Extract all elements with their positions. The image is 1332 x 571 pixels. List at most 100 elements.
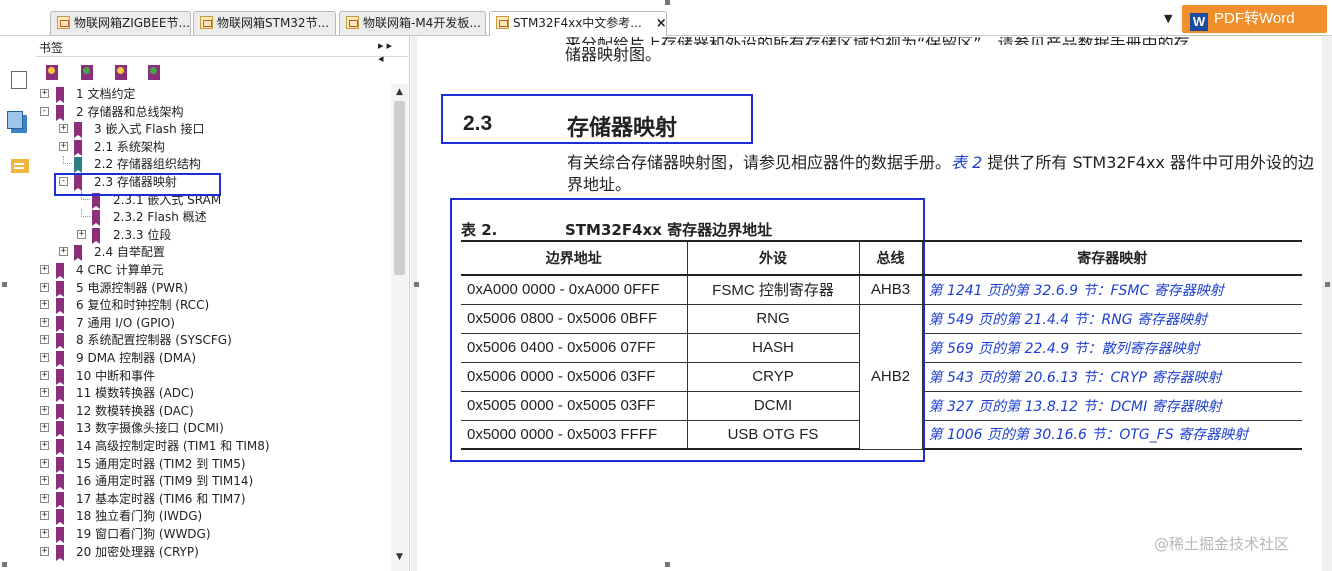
resize-handle[interactable]: [414, 282, 419, 287]
table-row: 0xA000 0000 - 0xA000 0FFF FSMC 控制寄存器 AHB3 第…: [461, 274, 1302, 305]
register-map-link[interactable]: 第 1241 页的第 32.6.9 节：FSMC 寄存器映射: [921, 274, 1302, 305]
bookmark-label: 7 通用 I/O (GPIO): [76, 315, 175, 330]
bookmark-item[interactable]: 2.3.2 Flash 概述: [36, 209, 386, 227]
scroll-down-icon[interactable]: ▼: [391, 549, 408, 565]
scrollbar-thumb[interactable]: [394, 101, 405, 275]
bookmark-item[interactable]: +12 数模转换器 (DAC): [36, 403, 386, 420]
resize-handle[interactable]: [665, 0, 670, 5]
expand-icon[interactable]: +: [40, 300, 49, 310]
collapse-panel-icon[interactable]: ▸▸ ◂: [378, 39, 410, 65]
tab-list-dropdown-icon[interactable]: ▼: [1164, 12, 1172, 25]
expand-icon[interactable]: +: [40, 546, 49, 556]
expand-icon[interactable]: +: [59, 247, 68, 257]
section-title: 存储器映射: [567, 116, 678, 141]
tab-m4-board[interactable]: 物联网箱-M4开发板...: [339, 11, 486, 35]
tab-stm32-node[interactable]: 物联网箱STM32节...: [193, 11, 336, 35]
bookmark-item[interactable]: +13 数字摄像头接口 (DCMI): [36, 420, 386, 438]
expand-icon[interactable]: +: [40, 476, 49, 486]
collapse-icon[interactable]: -: [59, 177, 68, 186]
bookmark-item[interactable]: +2.4 自举配置: [36, 244, 386, 262]
bookmark-item[interactable]: +17 基本定时器 (TIM6 和 TIM7): [36, 491, 386, 508]
bookmark-item[interactable]: - 2 存储器和总线架构: [36, 104, 386, 121]
bookmark-item[interactable]: +18 独立看门狗 (IWDG): [36, 508, 386, 526]
bookmark-item[interactable]: +7 通用 I/O (GPIO): [36, 315, 386, 332]
expand-icon[interactable]: +: [59, 141, 68, 151]
scroll-up-icon[interactable]: ▲: [391, 84, 408, 100]
bookmark-item[interactable]: +2.1 系统架构: [36, 139, 386, 156]
collapse-icon[interactable]: -: [40, 106, 49, 116]
resize-handle[interactable]: [2, 282, 7, 287]
register-map-link[interactable]: 第 543 页的第 20.6.13 节：CRYP 寄存器映射: [921, 361, 1302, 392]
expand-bookmark-icon[interactable]: [115, 65, 127, 80]
bookmark-item[interactable]: +2.3.3 位段: [36, 227, 386, 244]
pdf-to-word-button[interactable]: W PDF转Word: [1182, 5, 1327, 33]
expand-icon[interactable]: +: [59, 124, 68, 134]
resize-handle[interactable]: [665, 562, 670, 567]
bookmark-item[interactable]: +3 嵌入式 Flash 接口: [36, 121, 386, 139]
expand-icon[interactable]: +: [40, 441, 49, 450]
resize-handle[interactable]: [2, 562, 7, 567]
bookmark-icon: [56, 87, 64, 103]
bookmark-item[interactable]: 2.3.1 嵌入式 SRAM: [36, 191, 386, 209]
table-2-link[interactable]: 表 2: [951, 153, 982, 172]
expand-icon[interactable]: +: [40, 317, 49, 327]
bookmark-toolbar: [36, 63, 410, 83]
bookmark-label: 18 独立看门狗 (IWDG): [76, 509, 203, 524]
tab-zigbee[interactable]: 物联网箱ZIGBEE节...: [50, 11, 191, 35]
register-map-link[interactable]: 第 569 页的第 22.4.9 节：散列寄存器映射: [921, 332, 1302, 363]
bookmark-item[interactable]: +10 中断和事件: [36, 368, 386, 385]
find-bookmark-icon[interactable]: [148, 65, 160, 80]
bookmark-item[interactable]: +15 通用定时器 (TIM2 到 TIM5): [36, 456, 386, 473]
expand-icon[interactable]: +: [40, 353, 49, 362]
tab-bar: 物联网箱ZIGBEE节... 物联网箱STM32节... 物联网箱-M4开发板.…: [0, 0, 1332, 36]
resize-handle[interactable]: [1325, 282, 1330, 287]
expand-icon[interactable]: +: [40, 335, 49, 345]
delete-bookmark-icon[interactable]: [46, 65, 58, 80]
expand-icon[interactable]: +: [77, 229, 86, 239]
bookmark-item[interactable]: +20 加密处理器 (CRYP): [36, 544, 386, 561]
bookmark-icon: [74, 139, 82, 156]
comments-icon[interactable]: [11, 159, 29, 173]
expand-icon[interactable]: +: [40, 89, 49, 98]
expand-icon[interactable]: +: [40, 388, 49, 398]
page-thumbnails-icon[interactable]: [11, 71, 27, 89]
bookmark-icon: [56, 368, 64, 385]
header-bus: 总线: [858, 240, 923, 276]
document-view[interactable]: 来分配给片上存储器和外设的所有存储区域均视为“保留区”。请参见产品数据手册中的存…: [411, 36, 1332, 571]
bookmark-item[interactable]: +8 系统配置控制器 (SYSCFG): [36, 332, 386, 350]
bookmark-scrollbar[interactable]: ▲ ▼: [391, 84, 408, 571]
bookmark-icon: [74, 157, 82, 174]
expand-icon[interactable]: +: [40, 405, 49, 415]
tab-title: STM32F4xx中文参考...: [513, 16, 642, 30]
bookmark-item[interactable]: - 2.3 存储器映射: [36, 174, 386, 191]
layers-icon[interactable]: [7, 111, 27, 133]
expand-icon[interactable]: +: [40, 458, 49, 468]
bookmark-item[interactable]: +11 模数转换器 (ADC): [36, 385, 386, 403]
close-icon[interactable]: ×: [656, 16, 666, 31]
bookmark-item[interactable]: +16 通用定时器 (TIM9 到 TIM14): [36, 473, 386, 491]
bookmark-item[interactable]: +5 电源控制器 (PWR): [36, 280, 386, 297]
bookmark-item[interactable]: +9 DMA 控制器 (DMA): [36, 350, 386, 367]
bookmark-item[interactable]: +1 文档约定: [36, 86, 386, 103]
register-map-link[interactable]: 第 549 页的第 21.4.4 节：RNG 寄存器映射: [921, 303, 1302, 334]
bookmark-item[interactable]: +6 复位和时钟控制 (RCC): [36, 297, 386, 315]
add-bookmark-icon[interactable]: [81, 65, 93, 80]
bookmark-item[interactable]: 2.2 存储器组织结构: [36, 156, 386, 174]
bookmark-item[interactable]: +19 窗口看门狗 (WWDG): [36, 526, 386, 543]
bookmark-item[interactable]: +4 CRC 计算单元: [36, 262, 386, 279]
expand-icon[interactable]: +: [40, 265, 49, 274]
peripheral-cell: HASH: [686, 332, 860, 363]
register-map-link[interactable]: 第 1006 页的第 30.16.6 节：OTG_FS 寄存器映射: [921, 419, 1302, 450]
expand-icon[interactable]: +: [40, 511, 49, 521]
expand-icon[interactable]: +: [40, 493, 49, 503]
peripheral-cell: CRYP: [686, 361, 860, 392]
bookmark-panel: 书签 ▸▸ ◂ +1 文档约定 - 2 存储器和总线架构 +3 嵌入式 Flash 接…: [36, 36, 410, 571]
expand-icon[interactable]: +: [40, 423, 49, 433]
expand-icon[interactable]: +: [40, 529, 49, 538]
bookmark-item[interactable]: +14 高级控制定时器 (TIM1 和 TIM8): [36, 438, 386, 455]
expand-icon[interactable]: +: [40, 370, 49, 380]
register-map-link[interactable]: 第 327 页的第 13.8.12 节：DCMI 寄存器映射: [921, 390, 1302, 421]
expand-icon[interactable]: +: [40, 282, 49, 292]
bookmark-label: 2 存储器和总线架构: [76, 104, 184, 119]
tab-stm32f4xx-reference[interactable]: STM32F4xx中文参考... ×: [489, 11, 667, 36]
